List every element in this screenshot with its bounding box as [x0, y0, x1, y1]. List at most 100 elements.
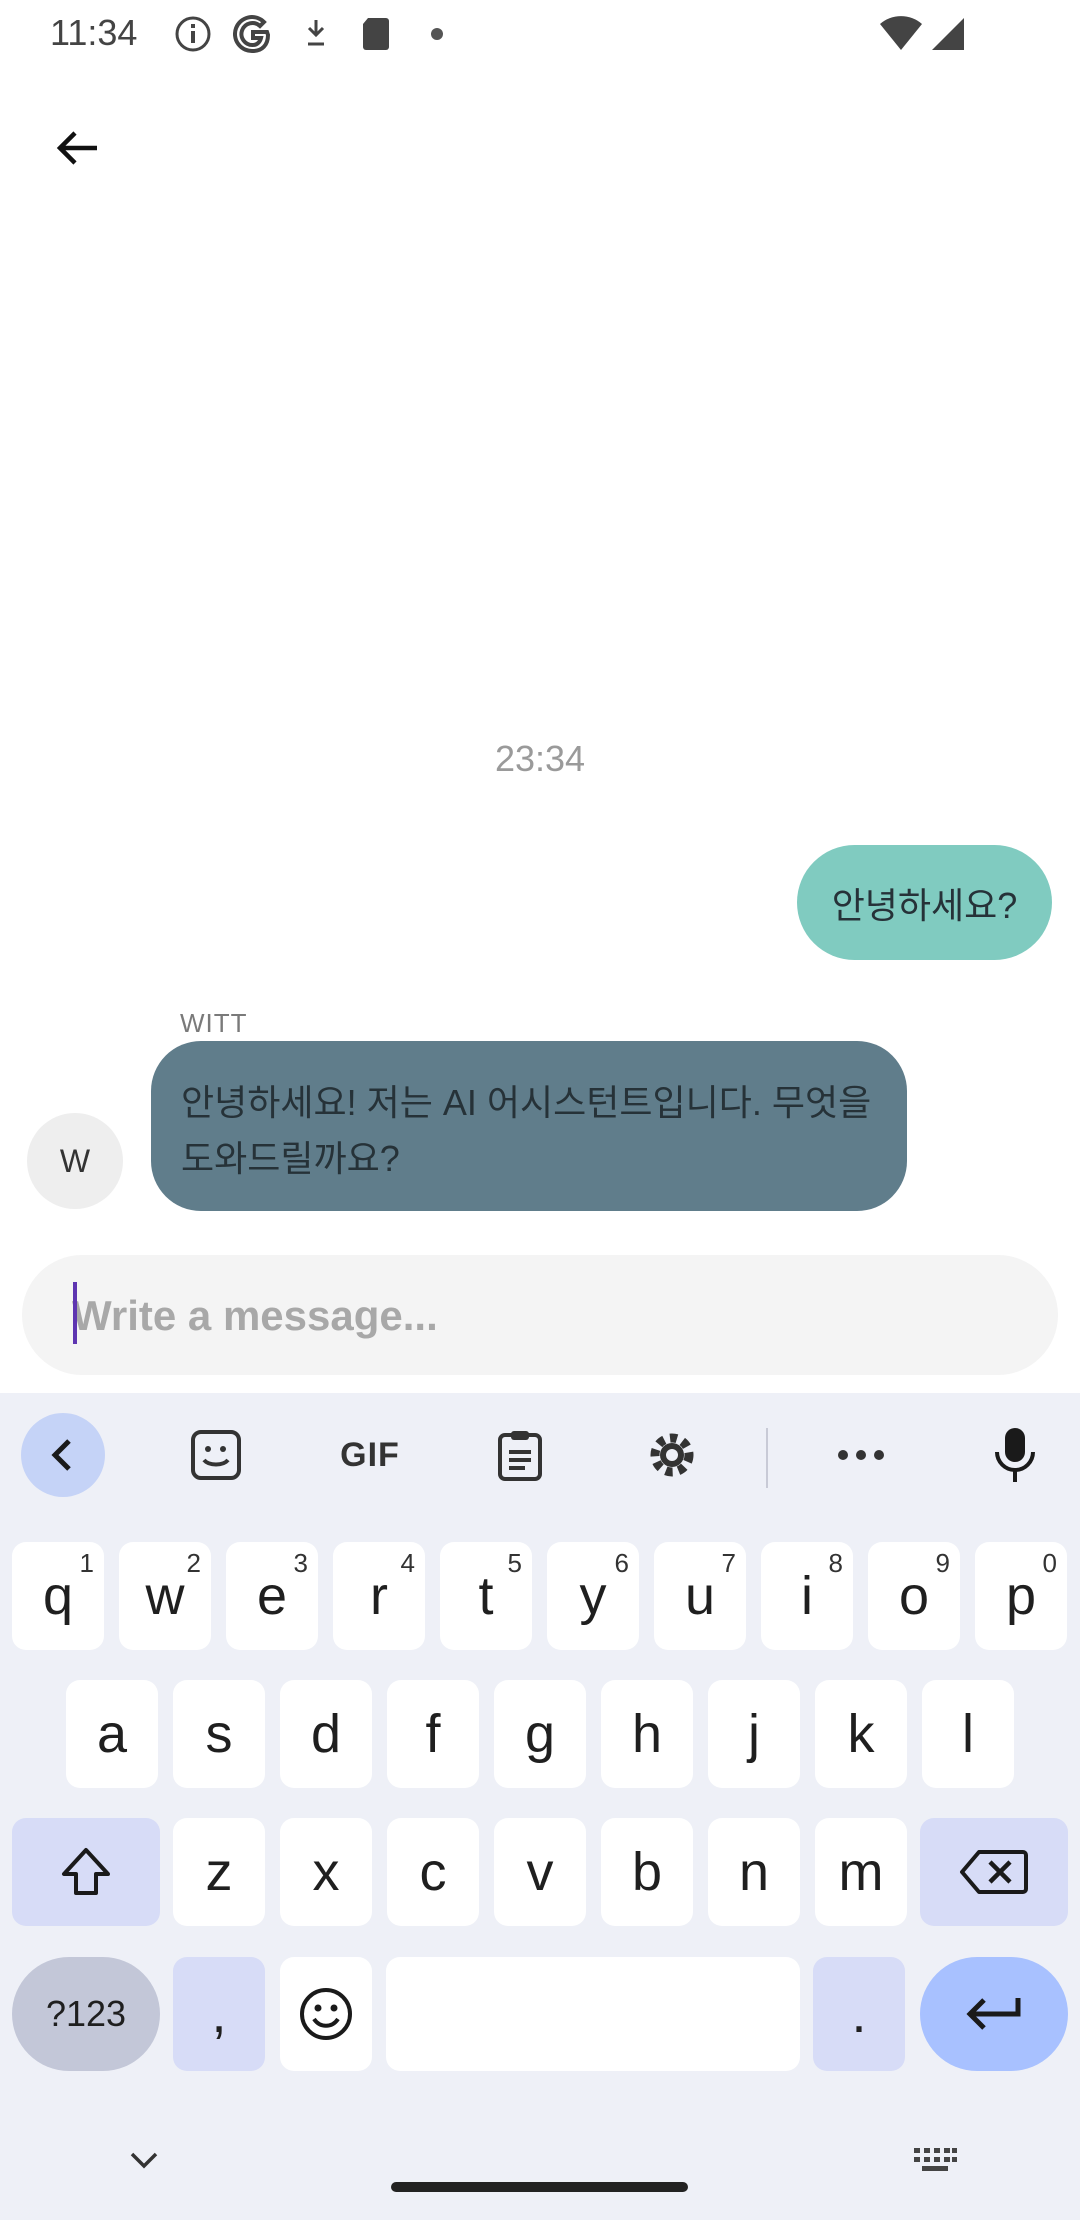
keyboard-back-button[interactable]: [21, 1413, 105, 1497]
key-a[interactable]: a: [66, 1680, 158, 1788]
key-g[interactable]: g: [494, 1680, 586, 1788]
clipboard-button[interactable]: [478, 1413, 562, 1497]
key-q[interactable]: q1: [12, 1542, 104, 1650]
hide-keyboard-button[interactable]: [122, 2138, 166, 2182]
more-icon: [838, 1450, 884, 1460]
more-button[interactable]: [819, 1413, 903, 1497]
key-label: r: [370, 1566, 388, 1626]
key-label: q: [42, 1566, 74, 1626]
avatar-letter: W: [59, 1142, 91, 1179]
backspace-icon: [960, 1850, 1028, 1894]
key-hint: 2: [186, 1548, 201, 1578]
google-icon: [233, 15, 271, 54]
status-bar: 11:34: [0, 0, 1080, 70]
download-icon: [307, 20, 325, 46]
key-t[interactable]: t5: [440, 1542, 532, 1650]
sd-card-icon: [363, 18, 389, 50]
key-k[interactable]: k: [815, 1680, 907, 1788]
key-d[interactable]: d: [280, 1680, 372, 1788]
avatar[interactable]: W: [27, 1113, 123, 1209]
key-h[interactable]: h: [601, 1680, 693, 1788]
keyboard: [0, 1393, 1080, 2220]
key-label: w: [145, 1566, 185, 1626]
sender-name: WITT: [180, 1008, 248, 1038]
chevron-left-icon: [21, 1413, 105, 1497]
key-s[interactable]: s: [173, 1680, 265, 1788]
key-hint: 0: [1042, 1548, 1057, 1578]
key-w[interactable]: w2: [119, 1542, 211, 1650]
key-m[interactable]: m: [815, 1818, 907, 1926]
message-composer: [22, 1255, 1058, 1377]
signal-icon: [932, 18, 964, 50]
clipboard-icon: [498, 1431, 542, 1481]
key-v[interactable]: v: [494, 1818, 586, 1926]
shift-key[interactable]: [12, 1818, 160, 1926]
key-hint: 6: [614, 1548, 629, 1578]
gear-icon: [650, 1433, 694, 1477]
key-hint: 3: [293, 1548, 308, 1578]
backspace-key[interactable]: [920, 1818, 1068, 1926]
symbols-key[interactable]: ?123: [12, 1957, 160, 2071]
voice-input-button[interactable]: [973, 1413, 1057, 1497]
sticker-icon: [191, 1430, 241, 1480]
incoming-message-bubble[interactable]: 안녕하세요! 저는 AI 어시스턴트입니다. 무엇을 도와드릴까요?: [151, 1041, 907, 1211]
key-p[interactable]: p0: [975, 1542, 1067, 1650]
key-label: o: [898, 1566, 930, 1626]
key-f[interactable]: f: [387, 1680, 479, 1788]
key-label: i: [801, 1566, 813, 1626]
shift-icon: [62, 1848, 110, 1895]
key-b[interactable]: b: [601, 1818, 693, 1926]
key-y[interactable]: y6: [547, 1542, 639, 1650]
key-hint: 5: [507, 1548, 522, 1578]
wifi-icon: [880, 16, 922, 50]
key-i[interactable]: i8: [761, 1542, 853, 1650]
comma-key[interactable]: ,: [173, 1957, 265, 2071]
outgoing-message-bubble[interactable]: 안녕하세요?: [797, 845, 1052, 960]
chat-timestamp: 23:34: [494, 738, 586, 779]
gesture-nav-handle[interactable]: [391, 2182, 688, 2192]
emoji-key[interactable]: [280, 1957, 372, 2071]
key-label: u: [684, 1566, 716, 1626]
keyboard-icon: [914, 2148, 957, 2171]
gif-label: GIF: [340, 1435, 400, 1474]
key-hint: 9: [935, 1548, 950, 1578]
key-hint: 1: [79, 1548, 94, 1578]
key-hint: 8: [828, 1548, 843, 1578]
key-label: y: [579, 1566, 607, 1626]
key-c[interactable]: c: [387, 1818, 479, 1926]
incoming-message-text: 안녕하세요! 저는 AI 어시스턴트입니다. 무엇을 도와드릴까요?: [181, 1082, 872, 1179]
enter-icon: [966, 1998, 1021, 2030]
outgoing-message-text: 안녕하세요?: [831, 884, 1018, 926]
back-button[interactable]: [40, 110, 116, 186]
info-icon: [175, 16, 211, 52]
gif-button[interactable]: GIF: [325, 1413, 415, 1497]
key-n[interactable]: n: [708, 1818, 800, 1926]
switch-keyboard-button[interactable]: [910, 2138, 960, 2182]
sticker-button[interactable]: [174, 1413, 258, 1497]
text-cursor: [73, 1282, 77, 1344]
message-input[interactable]: [70, 1255, 1034, 1377]
key-label: p: [1005, 1566, 1037, 1626]
key-label: t: [478, 1566, 494, 1626]
key-e[interactable]: e3: [226, 1542, 318, 1650]
key-l[interactable]: l: [922, 1680, 1014, 1788]
key-hint: 7: [721, 1548, 736, 1578]
key-label: e: [256, 1566, 288, 1626]
emoji-icon: [300, 1988, 352, 2040]
toolbar-divider: [766, 1428, 768, 1488]
key-j[interactable]: j: [708, 1680, 800, 1788]
status-time: 11:34: [50, 12, 138, 53]
period-key[interactable]: .: [813, 1957, 905, 2071]
key-z[interactable]: z: [173, 1818, 265, 1926]
key-u[interactable]: u7: [654, 1542, 746, 1650]
space-key[interactable]: [386, 1957, 800, 2071]
arrow-back-icon: [56, 131, 97, 165]
chevron-down-icon: [130, 2152, 158, 2169]
keyboard-settings-button[interactable]: [630, 1413, 714, 1497]
key-hint: 4: [400, 1548, 415, 1578]
key-o[interactable]: o9: [868, 1542, 960, 1650]
key-r[interactable]: r4: [333, 1542, 425, 1650]
key-x[interactable]: x: [280, 1818, 372, 1926]
enter-key[interactable]: [920, 1957, 1068, 2071]
mic-icon: [995, 1428, 1035, 1482]
